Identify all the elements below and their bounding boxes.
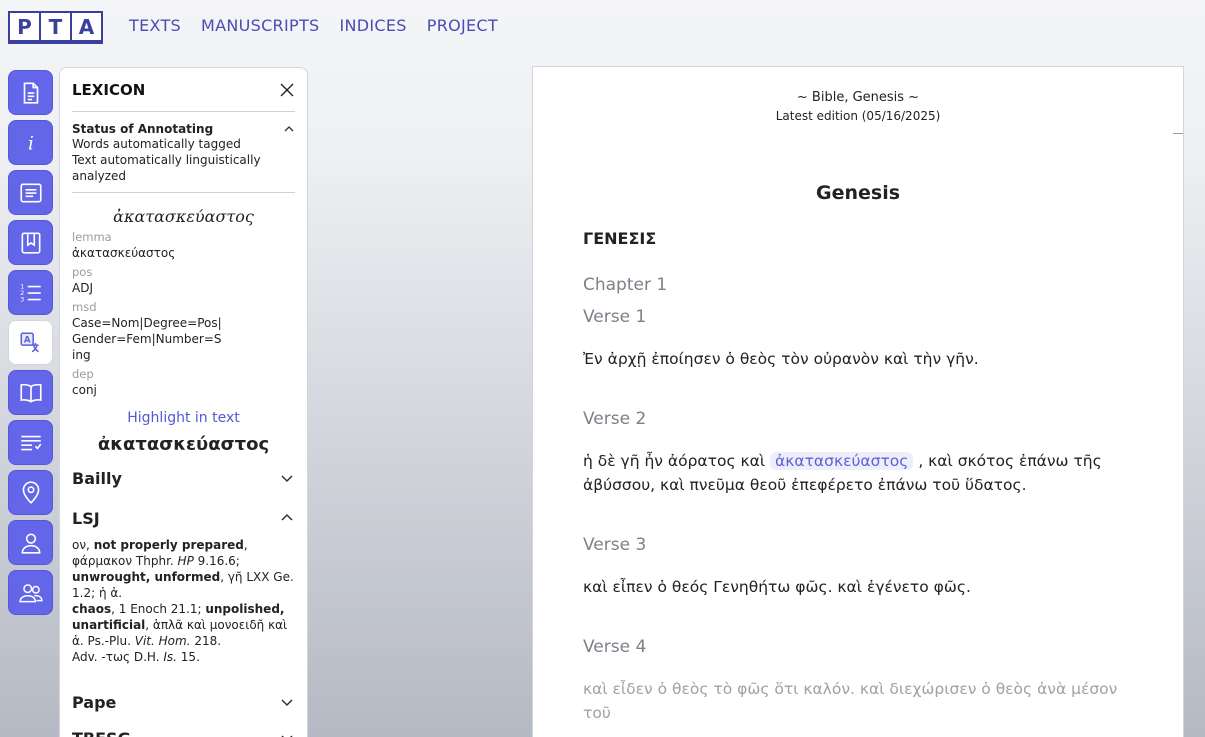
highlight-in-text-link[interactable]: Highlight in text (72, 410, 295, 426)
verse-label: Verse 1 (583, 307, 647, 327)
field-value: ADJ (72, 281, 93, 295)
logo-letter: T (39, 11, 72, 42)
status-line: Text automatically linguistically analyz… (72, 153, 261, 183)
numbered-list-button[interactable]: 123 (8, 270, 53, 315)
field-value: Case=Nom|Degree=Pos|Gender=Fem|Number=Si… (72, 316, 222, 362)
edition-date: Latest edition (05/16/2025) (775, 109, 941, 123)
text-wrap-button[interactable] (8, 420, 53, 465)
field-value: ἀκατασκεύαστος (72, 246, 176, 260)
nav-indices[interactable]: INDICES (339, 16, 406, 35)
verse-text: ἡ δὲ γῆ ἦν ἀόρατος καὶ ἀκατασκεύαστος , … (583, 449, 1133, 497)
document-button[interactable] (8, 70, 53, 115)
chevron-down-icon (281, 475, 293, 483)
lsj-entry: ον, not properly prepared, φάρμακον Thph… (72, 538, 294, 664)
nav-texts[interactable]: TEXTS (129, 16, 181, 35)
bookmark-icon (21, 231, 40, 254)
verse-label: Verse 2 (583, 409, 647, 429)
text-button[interactable] (8, 170, 53, 215)
info-icon: i (28, 133, 34, 154)
field-value: conj (72, 383, 97, 397)
book-title: ΓΕΝΕΣΙΣ (583, 229, 657, 248)
status-title: Status of Annotating (72, 122, 214, 136)
book-button[interactable] (8, 370, 53, 415)
group-icon (18, 583, 43, 602)
dictionary-name: Bailly (72, 468, 122, 488)
field-label: lemma (72, 230, 112, 244)
verse-label: Verse 3 (583, 535, 647, 555)
document-title: Genesis (815, 182, 901, 204)
edition-title: ~ Bible, Genesis ~ (796, 90, 920, 105)
divider (1173, 133, 1183, 134)
dictionary-lsj[interactable]: LSJ (72, 505, 295, 531)
document-header: ~ Bible, Genesis ~ Latest edition (05/16… (533, 67, 1183, 123)
info-button[interactable]: i (8, 120, 53, 165)
lexicon-title: LEXICON (72, 80, 146, 99)
verse-text: καὶ εἶπεν ὁ θεός Γενηθήτω φῶς. καὶ ἐγένε… (583, 578, 971, 596)
svg-text:3: 3 (20, 295, 24, 303)
close-icon[interactable] (279, 82, 295, 98)
status-line: Words automatically tagged (72, 137, 241, 151)
document-view: ~ Bible, Genesis ~ Latest edition (05/16… (532, 66, 1184, 737)
logo-letter: P (8, 11, 41, 42)
lexicon-panel: LEXICON Status of Annotating Words autom… (59, 67, 308, 737)
dictionary-name: TBESG (72, 729, 131, 737)
dictionary-pape[interactable]: Pape (72, 689, 295, 715)
nav-project[interactable]: PROJECT (427, 16, 498, 35)
field-label: dep (72, 367, 94, 381)
chapter-heading: Chapter 1 (583, 275, 668, 295)
main-nav: TEXTS MANUSCRIPTS INDICES PROJECT (129, 16, 498, 35)
dictionary-name: Pape (72, 692, 117, 712)
tool-rail: i 123 A (8, 70, 54, 620)
user-button[interactable] (8, 520, 53, 565)
nav-manuscripts[interactable]: MANUSCRIPTS (201, 16, 319, 35)
location-icon (22, 480, 39, 504)
dictionary-tbesg[interactable]: TBESG (72, 725, 295, 737)
chevron-down-icon (281, 735, 293, 737)
dictionary-word: ἀκατασκεύαστος (97, 434, 270, 455)
logo-letter: A (70, 11, 103, 42)
book-icon (19, 383, 42, 403)
verse-text: Ἐν ἀρχῇ ἐποίησεν ὁ θεὸς τὸν οὐρανὸν καὶ … (583, 350, 979, 368)
dictionary-name: LSJ (72, 508, 100, 528)
verse-label: Verse 4 (583, 637, 647, 657)
lexicon-header: LEXICON (72, 68, 295, 112)
user-icon (21, 533, 40, 554)
chevron-down-icon (281, 699, 293, 707)
chevron-up-icon[interactable] (283, 123, 295, 135)
document-body: ΓΕΝΕΣΙΣ Chapter 1 Verse 1 Ἐν ἀρχῇ ἐποίησ… (533, 229, 1183, 725)
field-label: msd (72, 300, 97, 314)
translate-button[interactable]: A (8, 320, 53, 365)
verse-fragment: ἡ δὲ γῆ ἦν ἀόρατος καὶ (583, 452, 770, 470)
group-button[interactable] (8, 570, 53, 615)
bookmark-button[interactable] (8, 220, 53, 265)
highlighted-word[interactable]: ἀκατασκεύαστος (770, 452, 914, 470)
pta-logo[interactable]: P T A (8, 11, 103, 42)
annotation-status: Status of Annotating Words automatically… (72, 112, 295, 193)
location-button[interactable] (8, 470, 53, 515)
translate-icon: A (19, 331, 39, 352)
document-icon (23, 81, 38, 104)
text-icon (19, 183, 42, 202)
dictionary-bailly[interactable]: Bailly (72, 465, 295, 491)
chevron-up-icon (281, 513, 293, 521)
field-label: pos (72, 265, 93, 279)
text-wrap-icon (20, 435, 41, 450)
svg-text:i: i (28, 133, 34, 154)
verse-text: καὶ εἶδεν ὁ θεὸς τὸ φῶς ὅτι καλόν. καὶ δ… (583, 680, 1118, 722)
top-bar: P T A TEXTS MANUSCRIPTS INDICES PROJECT (0, 0, 1205, 52)
numbered-list-icon: 123 (20, 282, 41, 303)
svg-text:A: A (23, 335, 30, 345)
lemma-heading: ἀκατασκεύαστος (113, 207, 254, 226)
